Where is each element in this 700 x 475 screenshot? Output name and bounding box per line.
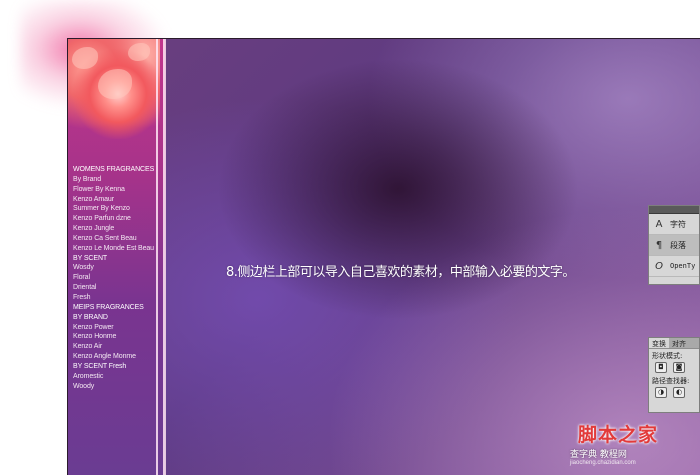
site-watermark: 脚本之家 查字典 教程网 jiaocheng.chazidian.com <box>570 420 698 472</box>
trim-icon[interactable]: ◐ <box>673 387 685 398</box>
unite-icon[interactable]: ◘ <box>655 362 667 373</box>
sidebar-item[interactable]: Summer By Kenzo <box>73 204 154 214</box>
sidebar-item[interactable]: Kenzo Air <box>73 342 154 352</box>
transform-panel: 变换 对齐 形状模式: ◘ ◙ 路径查找器: ◑ ◐ <box>648 337 700 413</box>
panel-row-label: 字符 <box>670 219 686 229</box>
shape-mode-label: 形状模式: <box>652 352 683 360</box>
panel-row-label: 段落 <box>670 240 686 250</box>
character-icon: A <box>655 218 663 230</box>
sidebar-item[interactable]: Woody <box>73 382 154 392</box>
sidebar-item[interactable]: Floral <box>73 273 154 283</box>
tab-transform[interactable]: 变换 <box>649 338 669 348</box>
sidebar-category[interactable]: BY BRAND <box>73 313 154 323</box>
sidebar-item[interactable]: Kenzo Jungle <box>73 224 154 234</box>
watermark-url: jiaocheng.chazidian.com <box>570 460 636 466</box>
panel-row-character[interactable]: A 字符 <box>649 214 699 235</box>
watermark-title: 脚本之家 <box>578 424 659 446</box>
panel-title-bar[interactable] <box>649 206 699 214</box>
panel-tabs: 变换 对齐 <box>649 338 699 349</box>
sidebar-item[interactable]: Flower By Kenna <box>73 185 154 195</box>
character-panel: A 字符 ¶ 段落 O OpenTy <box>648 205 700 285</box>
sidebar-item[interactable]: Kenzo Power <box>73 323 154 333</box>
sidebar-category[interactable]: BY SCENT Fresh <box>73 362 154 372</box>
flower-petal <box>72 47 98 69</box>
sidebar-category[interactable]: BY SCENT <box>73 254 154 264</box>
paragraph-icon: ¶ <box>655 239 663 251</box>
panel-row-label: OpenTy <box>670 262 696 270</box>
sidebar-category[interactable]: MEIPS FRAGRANCES <box>73 303 154 313</box>
minus-front-icon[interactable]: ◙ <box>673 362 685 373</box>
sidebar-nav-list: WOMENS FRAGRANCES By Brand Flower By Ken… <box>73 165 154 391</box>
flower-image <box>68 39 160 139</box>
sidebar-item[interactable]: Kenzo Le Monde Est Beau <box>73 244 154 254</box>
sidebar-stripe <box>163 39 166 475</box>
sidebar-item[interactable]: Kenzo Honme <box>73 332 154 342</box>
sidebar-item[interactable]: Aromestic <box>73 372 154 382</box>
pathfinder-label: 路径查找器: <box>652 377 690 385</box>
shape-mode-buttons: ◘ ◙ <box>649 361 699 374</box>
sidebar-item[interactable]: Kenzo Amaur <box>73 195 154 205</box>
sidebar-item[interactable]: Wosdy <box>73 263 154 273</box>
watermark-subtitle: 查字典 教程网 <box>570 450 627 460</box>
sidebar-category[interactable]: WOMENS FRAGRANCES <box>73 165 154 175</box>
sidebar-stripe <box>156 39 158 475</box>
sidebar-item[interactable]: Kenzo Ca Sent Beau <box>73 234 154 244</box>
divide-icon[interactable]: ◑ <box>655 387 667 398</box>
sidebar-item[interactable]: Fresh <box>73 293 154 303</box>
tutorial-caption: 8.侧边栏上部可以导入自己喜欢的素材，中部输入必要的文字。 <box>226 265 575 280</box>
flower-petal <box>128 43 150 61</box>
sidebar-item[interactable]: Kenzo Angle Monme <box>73 352 154 362</box>
panel-row-paragraph[interactable]: ¶ 段落 <box>649 235 699 256</box>
opentype-icon: O <box>655 260 663 272</box>
panel-row-opentype[interactable]: O OpenTy <box>649 256 699 277</box>
sidebar-item[interactable]: Kenzo Parfun dzne <box>73 214 154 224</box>
design-canvas: WOMENS FRAGRANCES By Brand Flower By Ken… <box>67 38 700 475</box>
sidebar-mockup: WOMENS FRAGRANCES By Brand Flower By Ken… <box>68 39 166 475</box>
sidebar-item[interactable]: Driental <box>73 283 154 293</box>
tab-align[interactable]: 对齐 <box>669 338 689 348</box>
pathfinder-buttons: ◑ ◐ <box>649 386 699 399</box>
flower-petal <box>98 69 132 99</box>
sidebar-item[interactable]: By Brand <box>73 175 154 185</box>
